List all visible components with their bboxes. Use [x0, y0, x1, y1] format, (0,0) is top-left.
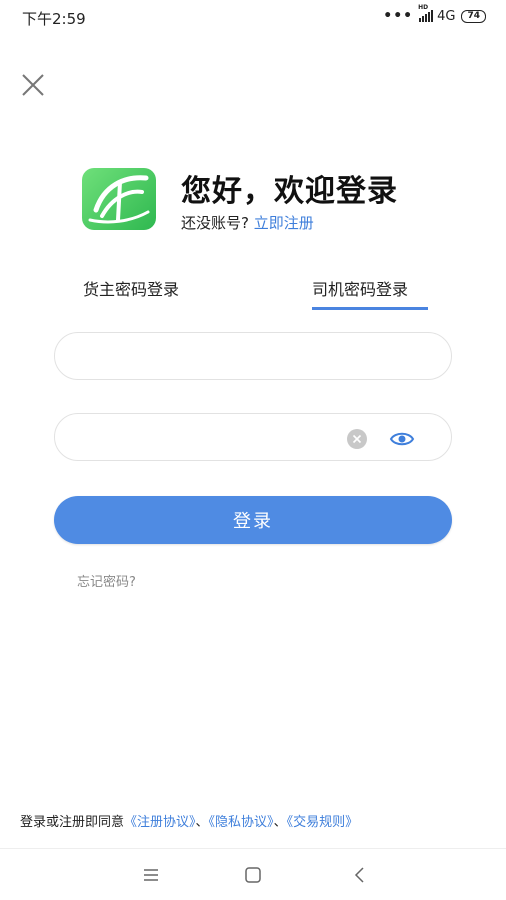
app-logo	[82, 168, 156, 230]
home-icon[interactable]	[243, 865, 263, 885]
status-indicators: ••• HD 4G 74	[383, 4, 486, 24]
clear-icon[interactable]	[347, 429, 367, 449]
system-nav-bar	[0, 848, 506, 900]
password-input[interactable]	[75, 414, 339, 462]
hd-label: HD	[418, 4, 429, 11]
status-time: 下午2:59	[22, 10, 86, 28]
active-tab-indicator	[312, 307, 428, 310]
register-prompt: 还没账号? 立即注册	[181, 212, 314, 233]
register-prompt-text: 还没账号?	[181, 214, 249, 232]
agreement-separator: 、	[195, 815, 209, 830]
page-title: 您好，欢迎登录	[181, 174, 398, 209]
menu-icon[interactable]	[141, 865, 161, 885]
agreement-separator: 、	[273, 815, 287, 830]
battery-icon: 74	[461, 9, 486, 23]
account-input[interactable]	[75, 333, 339, 381]
back-icon[interactable]	[350, 865, 370, 885]
password-field[interactable]	[54, 413, 452, 462]
account-field[interactable]	[54, 332, 452, 381]
close-icon[interactable]	[20, 72, 46, 98]
trade-rules-link[interactable]: 《交易规则》	[287, 815, 359, 830]
signal-icon: HD	[418, 4, 434, 22]
agreement-text: 登录或注册即同意《注册协议》、《隐私协议》、《交易规则》	[20, 811, 358, 830]
agreement-prefix: 登录或注册即同意	[20, 815, 125, 830]
eye-icon[interactable]	[389, 429, 415, 449]
forgot-password-link[interactable]: 忘记密码?	[77, 571, 136, 590]
status-bar: 下午2:59 ••• HD 4G 74	[0, 0, 506, 34]
network-type: 4G	[437, 8, 456, 24]
login-button[interactable]: 登录	[54, 496, 452, 544]
privacy-agreement-link[interactable]: 《隐私协议》	[209, 815, 274, 830]
tab-driver-login[interactable]: 司机密码登录	[312, 276, 408, 300]
tab-owner-login[interactable]: 货主密码登录	[83, 276, 179, 300]
notification-dots: •••	[383, 8, 414, 24]
register-link[interactable]: 立即注册	[254, 214, 314, 232]
register-agreement-link[interactable]: 《注册协议》	[124, 815, 196, 830]
